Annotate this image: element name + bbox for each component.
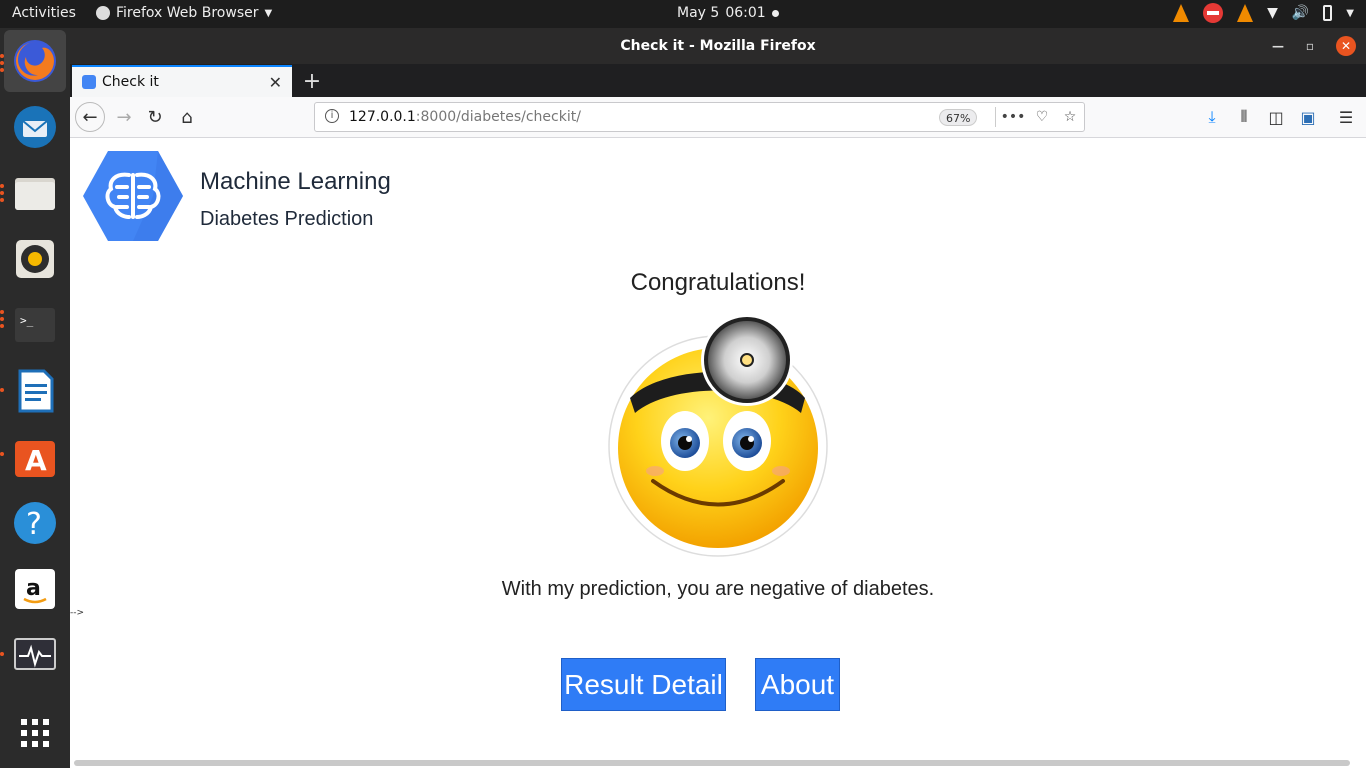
chevron-down-icon[interactable]: ▼ [1346,8,1354,19]
downloads-icon[interactable]: ⤓ [1201,106,1223,128]
library-icon[interactable]: ⫴ [1233,106,1255,128]
minimize-icon[interactable]: — [1268,36,1288,56]
files-icon[interactable] [4,162,66,224]
tab-check-it[interactable]: Check it ✕ [72,65,292,97]
tab-strip: Check it ✕ + [70,64,1366,97]
about-button[interactable]: About [755,658,840,711]
vlc-icon[interactable] [1173,4,1190,22]
no-entry-icon[interactable] [1203,3,1224,23]
back-button[interactable]: ← [75,102,105,132]
software-icon[interactable]: A [4,426,66,488]
stray-comment-text: --> [70,608,85,618]
system-top-bar: Activities Firefox Web Browser ▼ May 5 0… [0,0,1366,28]
chevron-down-icon: ▼ [264,7,273,19]
url-path: :8000/diabetes/checkit/ [415,109,581,125]
battery-icon[interactable] [1323,5,1333,21]
help-icon[interactable]: ? [4,492,66,554]
menu-icon[interactable]: ☰ [1335,106,1357,128]
svg-text:A: A [25,444,47,477]
urlbar-separator [995,107,996,127]
writer-icon[interactable] [4,360,66,422]
volume-icon[interactable]: 🔊 [1292,5,1309,21]
wifi-icon[interactable]: ▼ [1267,5,1278,21]
close-icon[interactable]: ✕ [1336,36,1356,56]
app-menu-label: Firefox Web Browser [116,5,259,21]
navigation-toolbar: ← → ↻ ⌂ i 127.0.0.1:8000/diabetes/checki… [70,97,1366,138]
favicon-icon [82,75,96,89]
notification-dot-icon [771,9,779,17]
home-button[interactable]: ⌂ [173,103,201,131]
rhythmbox-icon[interactable] [4,228,66,290]
pocket-icon[interactable]: ♡ [1032,107,1052,127]
tab-label: Check it [102,74,159,90]
maximize-icon[interactable]: ▫ [1300,36,1320,56]
thunderbird-icon[interactable] [4,96,66,158]
new-tab-button[interactable]: + [298,67,326,95]
show-apps-icon[interactable] [4,702,66,764]
dock: >_ A ? a [0,28,70,768]
url-bar[interactable]: i 127.0.0.1:8000/diabetes/checkit/ 67% •… [314,102,1085,132]
svg-text:a: a [26,576,41,601]
url-host: 127.0.0.1 [349,109,416,125]
doctor-smiley-image [608,314,828,557]
page-actions-icon[interactable]: ••• [1001,107,1026,127]
zoom-indicator[interactable]: 67% [939,109,978,126]
system-tray[interactable]: ▼ 🔊 ▼ [1173,3,1354,23]
brain-logo-icon [83,151,183,241]
activities-button[interactable]: Activities [12,5,76,21]
reload-button[interactable]: ↻ [141,103,169,131]
firefox-small-icon [96,6,110,20]
tab-close-icon[interactable]: ✕ [269,73,282,92]
clock-time: 06:01 [725,5,766,21]
result-heading: Congratulations! [630,269,806,296]
window-title: Check it - Mozilla Firefox [620,38,816,54]
prediction-message: With my prediction, you are negative of … [501,578,935,600]
extension-icon[interactable]: ▣ [1297,106,1319,128]
forward-button[interactable]: → [110,103,138,131]
clock-date: May 5 [677,5,720,21]
svg-text:>_: >_ [20,314,34,327]
brand-subtitle: Diabetes Prediction [200,208,374,230]
vlc-icon[interactable] [1237,4,1254,22]
terminal-icon[interactable]: >_ [4,294,66,356]
amazon-icon[interactable]: a [4,558,66,620]
page-content: Machine Learning Diabetes Prediction Con… [70,138,1366,768]
system-monitor-icon[interactable] [4,624,66,686]
window-titlebar[interactable]: Check it - Mozilla Firefox — ▫ ✕ [70,28,1366,64]
app-menu[interactable]: Firefox Web Browser ▼ [96,5,272,21]
brand-title: Machine Learning [200,168,391,195]
bookmark-star-icon[interactable]: ☆ [1060,107,1080,127]
clock[interactable]: May 5 06:01 [677,5,779,21]
sidebar-icon[interactable]: ◫ [1265,106,1287,128]
result-detail-button[interactable]: Result Detail [561,658,726,711]
svg-text:?: ? [26,507,42,542]
url-text[interactable]: 127.0.0.1:8000/diabetes/checkit/ [349,109,581,125]
firefox-icon[interactable] [4,30,66,92]
horizontal-scrollbar[interactable] [74,760,1350,766]
site-info-icon[interactable]: i [325,109,339,123]
